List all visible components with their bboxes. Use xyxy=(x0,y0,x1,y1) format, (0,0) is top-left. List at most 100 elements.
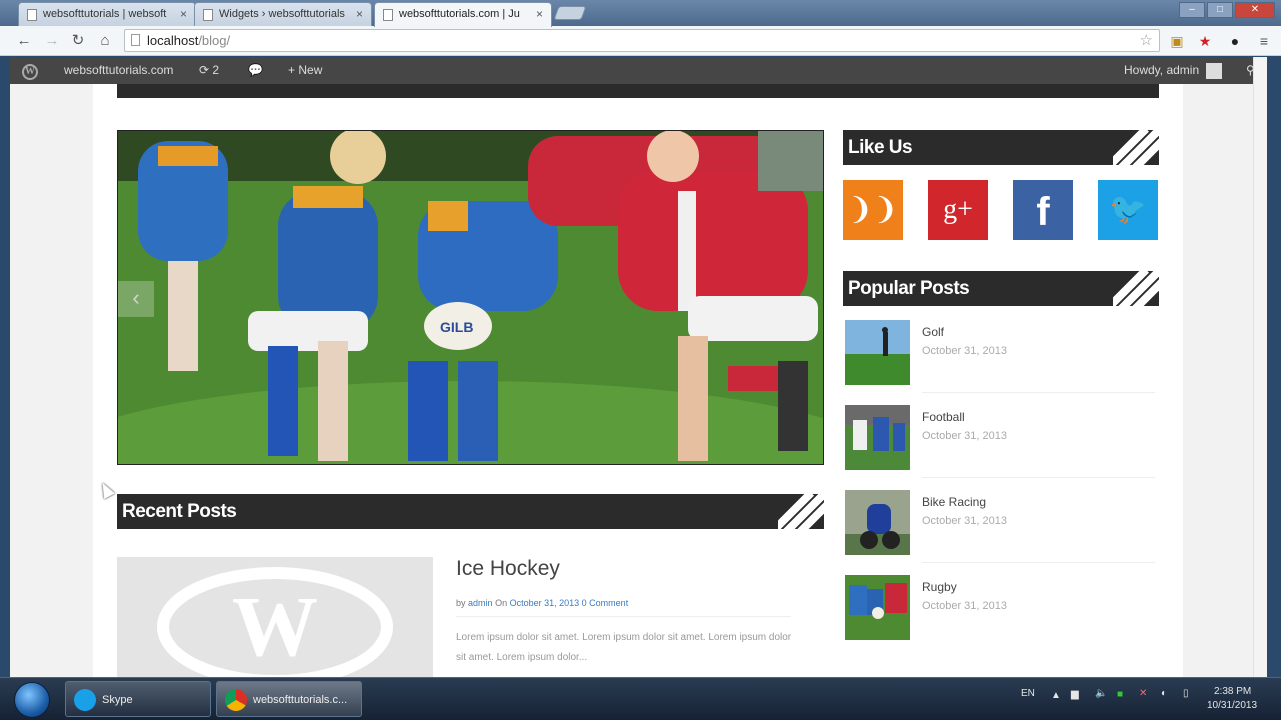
skype-icon xyxy=(74,689,96,711)
wp-logo-button[interactable]: W xyxy=(22,57,38,84)
popular-post-date: October 31, 2013 xyxy=(922,600,1008,612)
post-thumbnail[interactable] xyxy=(845,490,910,555)
page-icon xyxy=(27,9,37,21)
popular-post-item[interactable]: Bike Racing October 31, 2013 xyxy=(845,490,1155,563)
browser-tab-1[interactable]: websofttutorials | websoft × xyxy=(18,2,196,26)
extension-star-icon[interactable]: ★ xyxy=(1196,32,1214,50)
divider xyxy=(922,392,1155,393)
power-icon[interactable]: ▯ xyxy=(1183,688,1189,699)
maximize-icon[interactable]: □ xyxy=(1207,2,1233,18)
popular-post-title[interactable]: Rugby xyxy=(922,580,957,594)
clock-time[interactable]: 2:38 PM xyxy=(1214,686,1251,697)
chrome-icon xyxy=(225,689,247,711)
popular-post-date: October 31, 2013 xyxy=(922,345,1008,357)
taskbar: Skype websofttutorials.c... EN ▲ ▆ 🔈 ■ ✕… xyxy=(0,677,1281,720)
popular-post-item[interactable]: Golf October 31, 2013 xyxy=(845,320,1155,393)
address-host: localhost xyxy=(147,33,199,48)
tab-title: websofttutorials.com | Ju xyxy=(399,8,520,20)
new-content-button[interactable]: + New xyxy=(288,57,322,84)
updates-icon: ⟳ xyxy=(199,63,210,77)
tray-window-icon[interactable]: ▆ xyxy=(1071,689,1079,700)
bookmark-star-icon[interactable]: ☆ xyxy=(1140,30,1153,51)
post-meta: by admin On October 31, 2013 0 Comment xyxy=(456,598,628,608)
popular-post-title[interactable]: Bike Racing xyxy=(922,495,986,509)
volume-icon[interactable]: 🔈 xyxy=(1095,688,1107,699)
reload-icon[interactable]: ↻ xyxy=(68,31,88,51)
browser-tab-2[interactable]: Widgets › websofttutorials × xyxy=(194,2,372,26)
heading-stripes xyxy=(778,494,824,529)
post-thumbnail[interactable] xyxy=(845,405,910,470)
close-tab-icon[interactable]: × xyxy=(180,3,187,25)
popular-post-title[interactable]: Football xyxy=(922,410,965,424)
extension-icon[interactable]: ▣ xyxy=(1164,32,1190,50)
popular-post-item[interactable]: Football October 31, 2013 xyxy=(845,405,1155,478)
plus-icon: + xyxy=(288,63,296,77)
post-title-link[interactable]: Ice Hockey xyxy=(456,557,560,581)
address-bar[interactable]: localhost/blog/ ☆ xyxy=(124,29,1160,52)
author-link[interactable]: admin xyxy=(468,598,493,608)
comments-link[interactable]: 0 Comment xyxy=(582,598,629,608)
new-tab-button[interactable] xyxy=(553,6,587,20)
clock-date[interactable]: 10/31/2013 xyxy=(1207,700,1257,711)
home-icon[interactable]: ⌂ xyxy=(95,31,115,51)
close-window-icon[interactable]: ✕ xyxy=(1235,2,1275,18)
close-tab-icon[interactable]: × xyxy=(536,3,543,25)
divider xyxy=(922,477,1155,478)
twitter-button[interactable]: 🐦 xyxy=(1098,180,1158,240)
recent-posts-title: Recent Posts xyxy=(122,501,237,522)
language-indicator[interactable]: EN xyxy=(1021,688,1035,699)
tray-green-icon[interactable]: ■ xyxy=(1117,689,1123,700)
page-scrollbar[interactable] xyxy=(1253,57,1267,677)
browser-tab-3[interactable]: websofttutorials.com | Ju × xyxy=(374,2,552,27)
featured-slider[interactable]: GILB ‹ xyxy=(117,130,824,465)
system-tray: EN ▲ ▆ 🔈 ■ ✕ ◐ ▯ 2:38 PM 10/31/2013 xyxy=(1011,678,1281,720)
howdy-label: Howdy, admin xyxy=(1124,63,1200,77)
site-name-link[interactable]: websofttutorials.com xyxy=(64,57,173,84)
page-icon xyxy=(203,9,213,21)
divider xyxy=(922,562,1155,563)
browser-toolbar: ← → ↻ ⌂ localhost/blog/ ☆ ▣ ★ ● ≡ xyxy=(0,26,1281,56)
start-button[interactable] xyxy=(14,682,50,718)
svg-text:W: W xyxy=(232,578,318,674)
forward-icon[interactable]: → xyxy=(42,31,62,51)
task-label: websofttutorials.c... xyxy=(253,694,348,706)
facebook-button[interactable]: f xyxy=(1013,180,1073,240)
post-thumbnail[interactable] xyxy=(845,575,910,640)
popular-post-title[interactable]: Golf xyxy=(922,325,944,339)
rss-icon: ❩❩ xyxy=(847,193,899,226)
slider-prev-button[interactable]: ‹ xyxy=(118,281,154,317)
taskbar-skype[interactable]: Skype xyxy=(65,681,211,717)
meta-by: by xyxy=(456,598,466,608)
rss-button[interactable]: ❩❩ xyxy=(843,180,903,240)
close-tab-icon[interactable]: × xyxy=(356,3,363,25)
account-menu[interactable]: Howdy, admin xyxy=(1124,57,1223,84)
window-controls: – □ ✕ xyxy=(1179,2,1275,18)
show-hidden-icons-icon[interactable]: ▲ xyxy=(1051,690,1061,701)
tab-title: Widgets › websofttutorials xyxy=(219,8,345,20)
post-thumbnail[interactable]: W xyxy=(117,557,433,677)
minimize-icon[interactable]: – xyxy=(1179,2,1205,18)
like-us-heading: Like Us xyxy=(843,130,1159,165)
updates-button[interactable]: ⟳ 2 xyxy=(199,57,219,84)
facebook-icon: f xyxy=(1036,190,1050,234)
google-plus-button[interactable]: g+ xyxy=(928,180,988,240)
tray-app-icon[interactable]: ◐ xyxy=(1161,688,1167,699)
comments-icon[interactable]: 💬 xyxy=(248,57,263,84)
popular-post-item[interactable]: Rugby October 31, 2013 xyxy=(845,575,1155,645)
popular-post-date: October 31, 2013 xyxy=(922,515,1008,527)
taskbar-chrome[interactable]: websofttutorials.c... xyxy=(216,681,362,717)
date-link[interactable]: October 31, 2013 xyxy=(510,598,580,608)
menu-strip xyxy=(117,84,1159,98)
menu-icon[interactable]: ≡ xyxy=(1254,32,1274,50)
meta-on: On xyxy=(495,598,508,608)
network-icon[interactable]: ✕ xyxy=(1139,688,1147,699)
heading-stripes xyxy=(1113,271,1159,306)
back-icon[interactable]: ← xyxy=(14,31,34,51)
post-excerpt: Lorem ipsum dolor sit amet. Lorem ipsum … xyxy=(456,632,792,663)
tab-title: websofttutorials | websoft xyxy=(43,8,167,20)
site-page: GILB ‹ Like Us ❩❩ g+ f 🐦 Popular Posts G… xyxy=(93,84,1183,677)
task-label: Skype xyxy=(102,694,133,706)
post-thumbnail[interactable] xyxy=(845,320,910,385)
page-icon xyxy=(131,34,140,46)
extension-circle-icon[interactable]: ● xyxy=(1226,32,1244,50)
